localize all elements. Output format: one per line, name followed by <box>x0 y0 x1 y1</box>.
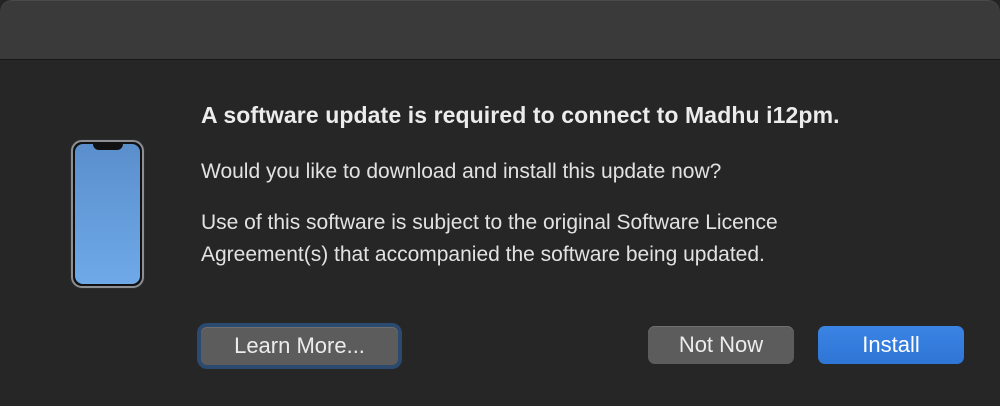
licence-notice: Use of this software is subject to the o… <box>201 207 961 271</box>
licence-line: Use of this software is subject to the o… <box>201 211 778 234</box>
learn-more-label[interactable]: Learn More... <box>201 327 398 365</box>
install-button[interactable]: Install <box>818 326 964 364</box>
dialog-question: Would you like to download and install t… <box>201 160 722 183</box>
licence-line: Agreement(s) that accompanied the softwa… <box>201 243 765 266</box>
not-now-button[interactable]: Not Now <box>648 326 794 364</box>
phone-notch <box>92 144 123 150</box>
iphone-icon <box>71 140 144 288</box>
software-update-window: A software update is required to connect… <box>0 0 1000 406</box>
learn-more-button[interactable]: Learn More... <box>197 323 402 369</box>
window-titlebar[interactable] <box>0 0 1000 60</box>
dialog-title: A software update is required to connect… <box>201 102 840 128</box>
phone-screen <box>75 144 140 284</box>
